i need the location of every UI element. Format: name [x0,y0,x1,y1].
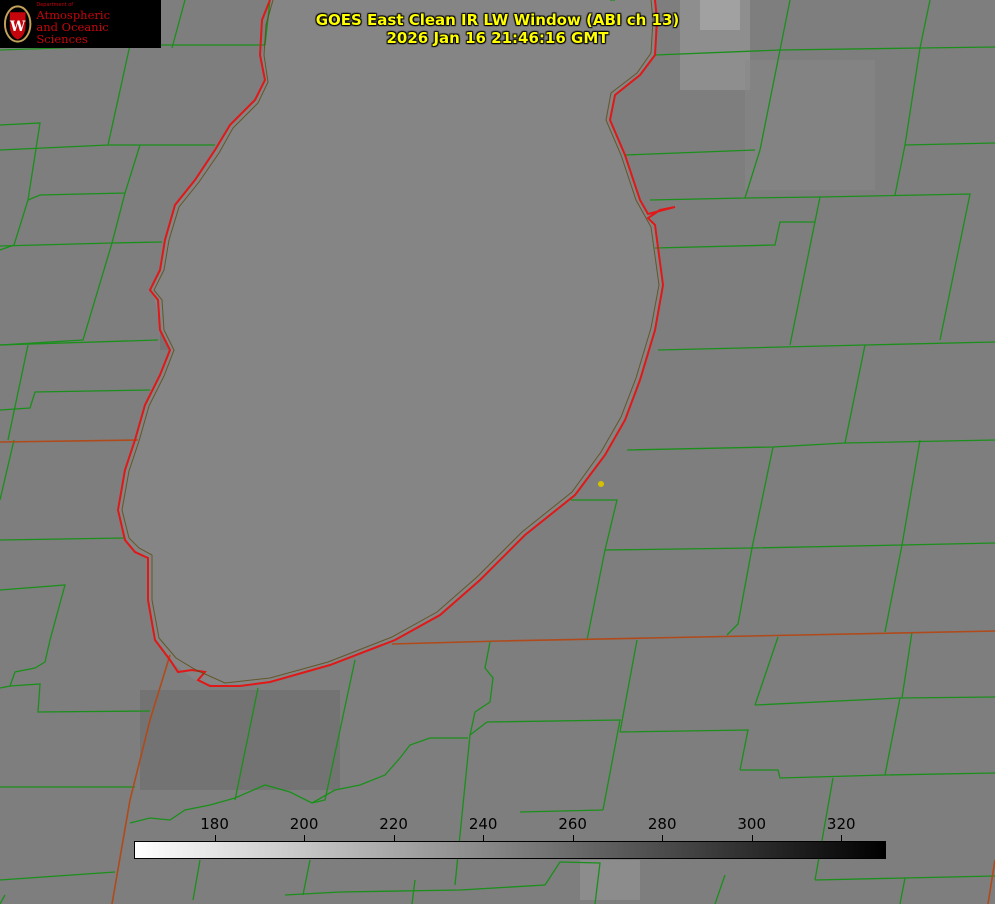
colorbar-tick [572,835,574,841]
colorbar-tick [841,835,843,841]
image-title: GOES East Clean IR LW Window (ABI ch 13)… [0,11,995,47]
colorbar-tick-label: 180 [200,815,229,833]
colorbar-tick-label: 260 [558,815,587,833]
colorbar-tick-label: 220 [379,815,408,833]
colorbar-tick [393,835,395,841]
title-line1: GOES East Clean IR LW Window (ABI ch 13) [315,11,680,29]
colorbar-tick-label: 300 [737,815,767,833]
colorbar-tick [304,835,306,841]
colorbar [134,841,886,859]
colorbar-tick [662,835,664,841]
colorbar-tick [214,835,216,841]
cloud-patch [580,860,640,900]
colorbar-tick-label: 320 [826,815,856,833]
location-marker [598,481,604,487]
colorbar-tick-label: 240 [468,815,498,833]
colorbar-tick-label: 200 [289,815,319,833]
colorbar-tick [751,835,753,841]
colorbar-tick-label: 280 [647,815,677,833]
title-line2: 2026 Jan 16 21:46:16 GMT [386,29,609,47]
colorbar-tick [483,835,485,841]
satellite-map [0,0,995,904]
